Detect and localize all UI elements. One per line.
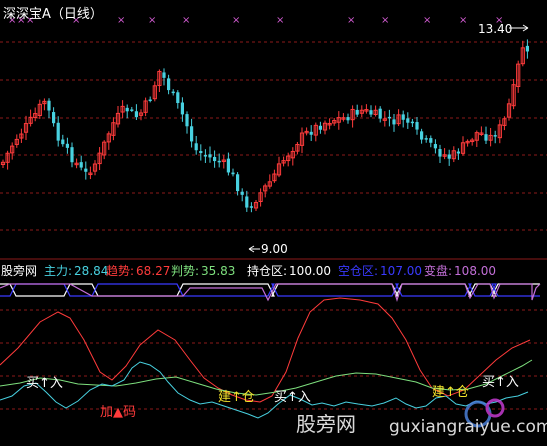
indicator-header: 股旁网 主力: 28.84 趋势: 68.27 判势: 35.83 持仓区: 100.0… bbox=[1, 263, 496, 278]
candle-body bbox=[125, 107, 129, 112]
x-marker: × bbox=[148, 15, 156, 26]
candle-body bbox=[401, 114, 405, 120]
watermark-left-text: 股旁网 bbox=[296, 412, 356, 436]
candle-body bbox=[47, 100, 51, 111]
candle-body bbox=[130, 109, 134, 111]
legend-change-value: 108.00 bbox=[454, 264, 496, 278]
signal-buy-label: 买↑入 bbox=[482, 375, 519, 390]
x-marker: × bbox=[232, 15, 240, 26]
signal-build-label: 建↑仓 bbox=[218, 390, 255, 405]
legend-main-force-label: 主力: bbox=[44, 264, 72, 278]
candle-body bbox=[493, 135, 497, 137]
price-high-label: 13.40 bbox=[478, 22, 512, 36]
chart-title: 深深宝A（日线） bbox=[3, 7, 103, 22]
legend-trend-value: 68.27 bbox=[136, 264, 170, 278]
legend-judge: 判势: 35.83 bbox=[171, 264, 235, 278]
candle-body bbox=[208, 154, 212, 158]
x-marker: × bbox=[182, 15, 190, 26]
candle-body bbox=[79, 162, 83, 168]
candle-body bbox=[52, 112, 56, 124]
candle-body bbox=[56, 122, 60, 141]
candle-body bbox=[217, 160, 221, 163]
legend-empty-zone-value: 107.00 bbox=[380, 264, 422, 278]
x-marker: × bbox=[347, 15, 355, 26]
candle-body bbox=[226, 158, 230, 173]
candle-body bbox=[245, 196, 249, 208]
legend-change-label: 变盘: bbox=[424, 263, 452, 278]
candle-body bbox=[429, 138, 433, 143]
x-marker: × bbox=[276, 15, 284, 26]
candle-body bbox=[309, 131, 313, 135]
candle-body bbox=[387, 116, 391, 119]
candle-body bbox=[424, 138, 428, 140]
candle-body bbox=[236, 174, 240, 192]
candle-body bbox=[194, 143, 198, 151]
candle-body bbox=[240, 191, 244, 195]
candle-body bbox=[438, 149, 442, 157]
candle-body bbox=[61, 139, 65, 145]
candle-body bbox=[525, 45, 529, 52]
candle-body bbox=[415, 122, 419, 130]
legend-judge-label: 判势: bbox=[171, 264, 199, 278]
x-marker: × bbox=[459, 15, 467, 26]
x-marker: × bbox=[117, 15, 125, 26]
legend-empty-zone: 空仓区: 107.00 bbox=[338, 264, 422, 278]
watermark-right-text: guxiangraiyue.com bbox=[389, 417, 547, 437]
x-marker: × bbox=[423, 15, 431, 26]
candle-body bbox=[420, 131, 424, 140]
candle-body bbox=[406, 118, 410, 123]
signal-build-label: 建↑仓 bbox=[432, 385, 469, 400]
candle-body bbox=[171, 91, 175, 94]
legend-trend-label: 趋势: bbox=[106, 264, 134, 278]
candle-body bbox=[318, 125, 322, 130]
candle-body bbox=[199, 151, 203, 154]
stock-chart-canvas: × × × × × × × × × × × × × × 深深宝A（日线） 13.40 9.00 股旁网 主… bbox=[0, 0, 547, 446]
signal-buy-label: 买↑入 bbox=[26, 376, 63, 391]
candle-body bbox=[392, 119, 396, 125]
legend-main-force: 主力: 28.84 bbox=[44, 264, 108, 278]
candle-body bbox=[213, 156, 217, 162]
candle-body bbox=[203, 155, 207, 157]
candle-body bbox=[433, 144, 437, 149]
legend-change: 变盘: 108.00 bbox=[424, 263, 496, 278]
candle-body bbox=[180, 102, 184, 115]
legend-empty-zone-label: 空仓区: bbox=[338, 264, 378, 278]
candle-body bbox=[65, 143, 69, 148]
x-marker: × bbox=[381, 15, 389, 26]
price-low-label: 9.00 bbox=[261, 242, 288, 256]
chart-background bbox=[0, 0, 547, 446]
candle-body bbox=[84, 168, 88, 172]
candle-body bbox=[231, 172, 235, 175]
candle-body bbox=[249, 206, 253, 208]
candle-body bbox=[148, 99, 152, 102]
legend-trend: 趋势: 68.27 bbox=[106, 264, 170, 278]
candle-body bbox=[346, 117, 350, 121]
signal-add-label: 加▲码 bbox=[100, 405, 136, 420]
legend-position-zone-label: 持仓区: bbox=[247, 263, 287, 278]
candle-body bbox=[190, 126, 194, 142]
candle-body bbox=[456, 151, 460, 154]
legend-judge-value: 35.83 bbox=[201, 264, 235, 278]
candle-body bbox=[484, 134, 488, 141]
indicator-name: 股旁网 bbox=[1, 263, 37, 278]
candle-body bbox=[185, 114, 189, 127]
candle-body bbox=[134, 111, 138, 118]
candle-body bbox=[447, 154, 451, 159]
legend-position-zone: 持仓区: 100.00 bbox=[247, 263, 331, 278]
candle-body bbox=[176, 92, 180, 104]
candle-body bbox=[167, 78, 171, 91]
candle-body bbox=[162, 72, 166, 78]
legend-main-force-value: 28.84 bbox=[74, 264, 108, 278]
candle-body bbox=[410, 121, 414, 124]
legend-position-zone-value: 100.00 bbox=[289, 264, 331, 278]
candle-body bbox=[355, 109, 359, 115]
candle-body bbox=[70, 147, 74, 163]
candle-body bbox=[369, 110, 373, 115]
signal-buy-label: 买↑入 bbox=[274, 390, 311, 405]
candle-body bbox=[378, 108, 382, 119]
